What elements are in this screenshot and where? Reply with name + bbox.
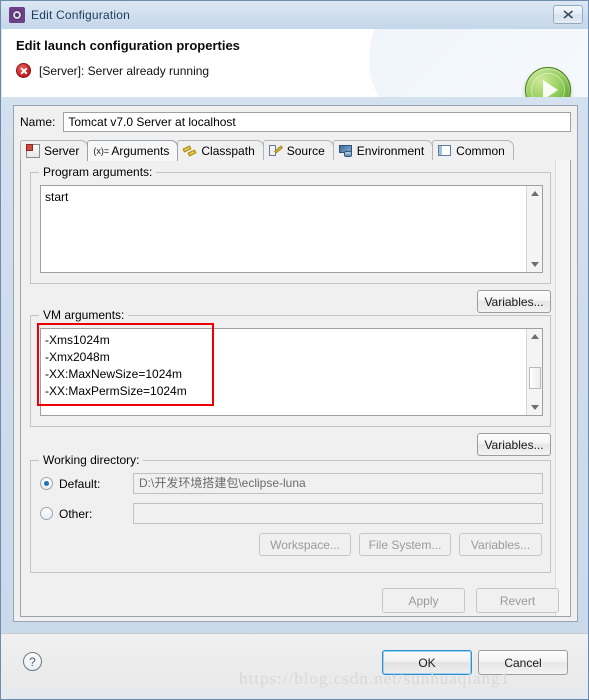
dialog-header: Edit launch configuration properties [Se… xyxy=(2,29,588,97)
edit-configuration-dialog: Edit Configuration Edit launch configura… xyxy=(0,0,589,700)
tab-environment-label: Environment xyxy=(356,144,425,158)
default-directory-value: D:\开发环境搭建包\eclipse-luna xyxy=(133,473,543,494)
program-arguments-textarea[interactable]: start xyxy=(40,185,543,273)
tab-classpath-label: Classpath xyxy=(201,144,255,158)
working-directory-variables-button[interactable]: Variables... xyxy=(459,533,542,556)
scroll-down-icon[interactable] xyxy=(527,257,542,272)
working-directory-label: Working directory: xyxy=(39,453,144,467)
tab-environment[interactable]: Environment xyxy=(332,140,434,161)
tab-server[interactable]: Server xyxy=(20,140,89,161)
working-directory-default-row: Default: D:\开发环境搭建包\eclipse-luna xyxy=(40,473,543,494)
vm-arguments-value: -Xms1024m -Xmx2048m -XX:MaxNewSize=1024m… xyxy=(45,333,187,398)
program-arguments-scrollbar[interactable] xyxy=(526,186,542,272)
apply-button[interactable]: Apply xyxy=(382,588,465,613)
other-radio[interactable] xyxy=(40,507,53,520)
environment-icon xyxy=(338,144,353,158)
tab-strip: Server (x)= Arguments Classpath Source E… xyxy=(20,139,571,162)
scroll-down-icon[interactable] xyxy=(527,400,542,415)
program-arguments-group: Program arguments: start xyxy=(30,165,551,284)
vm-arguments-scrollbar[interactable] xyxy=(526,329,542,415)
scroll-thumb[interactable] xyxy=(529,367,541,389)
page-title: Edit launch configuration properties xyxy=(16,38,240,53)
program-arguments-variables-button[interactable]: Variables... xyxy=(477,290,551,313)
help-icon[interactable]: ? xyxy=(23,652,42,671)
scroll-up-icon[interactable] xyxy=(527,329,542,344)
watermark: https://blog.csdn.net/sunhuaqiang1 xyxy=(239,669,511,688)
other-directory-input[interactable] xyxy=(133,503,543,524)
arguments-icon: (x)= xyxy=(93,146,110,156)
source-icon xyxy=(268,144,283,158)
window-title: Edit Configuration xyxy=(31,8,130,22)
configuration-panel: Name: Server (x)= Arguments Classpath So… xyxy=(13,105,578,622)
header-message-row: [Server]: Server already running xyxy=(16,63,209,78)
tab-arguments[interactable]: (x)= Arguments xyxy=(87,140,179,161)
tab-arguments-label: Arguments xyxy=(111,144,170,158)
run-ring xyxy=(531,73,565,97)
default-radio[interactable] xyxy=(40,477,53,490)
working-directory-other-row: Other: xyxy=(40,503,543,524)
error-message: [Server]: Server already running xyxy=(39,63,210,78)
tab-classpath[interactable]: Classpath xyxy=(177,140,264,161)
working-directory-buttons: Workspace... File System... Variables... xyxy=(259,533,542,556)
classpath-icon xyxy=(183,144,197,158)
error-circle-icon xyxy=(16,63,31,78)
common-icon xyxy=(438,144,452,158)
gear-icon xyxy=(9,7,25,23)
tab-source[interactable]: Source xyxy=(262,140,334,161)
vm-arguments-textarea[interactable]: -Xms1024m -Xmx2048m -XX:MaxNewSize=1024m… xyxy=(40,328,543,416)
vm-arguments-group: VM arguments: -Xms1024m -Xmx2048m -XX:Ma… xyxy=(30,308,551,427)
vm-arguments-label: VM arguments: xyxy=(39,308,129,322)
revert-button[interactable]: Revert xyxy=(476,588,559,613)
panel-scrollbar[interactable] xyxy=(555,160,570,616)
tab-common[interactable]: Common xyxy=(432,140,514,161)
tab-server-label: Server xyxy=(44,144,80,158)
server-icon xyxy=(26,144,40,158)
close-glyph xyxy=(562,10,573,19)
file-system-button[interactable]: File System... xyxy=(359,533,451,556)
title-bar: Edit Configuration xyxy=(1,1,588,29)
vm-arguments-variables-button[interactable]: Variables... xyxy=(477,433,551,456)
close-icon[interactable] xyxy=(553,5,583,24)
tab-source-label: Source xyxy=(286,144,325,158)
program-arguments-label: Program arguments: xyxy=(39,165,157,179)
name-row: Name: xyxy=(20,112,571,132)
tab-common-label: Common xyxy=(456,144,505,158)
name-input[interactable] xyxy=(63,112,571,132)
working-directory-group: Working directory: Default: D:\开发环境搭建包\e… xyxy=(30,453,551,573)
scroll-up-icon[interactable] xyxy=(527,186,542,201)
default-label: Default: xyxy=(59,476,101,491)
arguments-tab-pane: Program arguments: start Variables... VM… xyxy=(20,160,571,617)
name-label: Name: xyxy=(20,115,56,129)
dialog-footer: ? OK Cancel xyxy=(1,633,588,699)
workspace-button[interactable]: Workspace... xyxy=(259,533,351,556)
program-arguments-value: start xyxy=(45,190,69,204)
other-label: Other: xyxy=(59,506,93,521)
